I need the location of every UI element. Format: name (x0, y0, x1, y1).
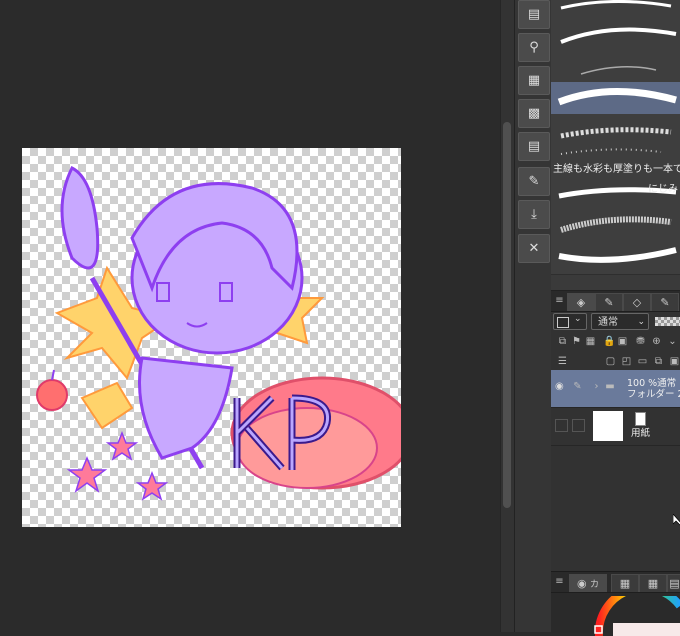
layer-folder-mode: 100 %通常 (627, 378, 677, 389)
paper-thumbnail (593, 411, 623, 441)
menu-icon[interactable]: ≡ (554, 295, 565, 306)
color-wheel-panel: ≡ ◉ カ ▦ ▦ ▤ (551, 571, 680, 636)
layer-panel: ≡ ◈ ✎ ◇ ✎ ⌄ 通常 ⌄ ⧉ ⚑ ▦ 🔒 ▣ ⛃ ⊕ ⌄ ☰ ▢ ◰ ▭… (551, 290, 680, 571)
layer-row-folder[interactable]: ◉ ✎ › ▬ 100 %通常 フォルダー 2 (551, 370, 680, 408)
new-vector-layer-icon[interactable]: ◰ (621, 356, 632, 367)
brush-item[interactable]: 主線も水彩も厚塗りも一本で (551, 146, 680, 179)
lock-alpha-icon[interactable]: ▣ (617, 336, 628, 347)
folder-icon: ▬ (605, 381, 615, 392)
pen-icon[interactable]: ✎ (572, 381, 583, 392)
brush-description: 主線も水彩も厚塗りも一本で (553, 164, 680, 175)
brush-item-selected[interactable] (551, 82, 680, 115)
brush-item[interactable] (551, 242, 680, 275)
tab-navigator[interactable]: ◇ (623, 293, 651, 311)
document-canvas[interactable] (22, 148, 401, 527)
scrollbar-thumb[interactable] (503, 122, 511, 508)
expand-chevron-icon[interactable]: › (591, 381, 602, 392)
tab-label: カ (590, 580, 600, 590)
mask-icon[interactable]: ⛃ (635, 336, 646, 347)
mouse-cursor-icon (673, 514, 680, 526)
layer-paper-name: 用紙 (631, 428, 651, 439)
tab-layers[interactable]: ◈ (567, 293, 595, 311)
new-raster-layer-icon[interactable]: ▢ (605, 356, 616, 367)
sketch-artwork (36, 165, 401, 501)
opacity-strip[interactable] (655, 317, 680, 326)
tab-tool-property[interactable]: ✎ (595, 293, 623, 311)
tab-color-set[interactable]: ▦ (611, 574, 639, 592)
draft-icon[interactable]: ▦ (585, 336, 596, 347)
lock-icon[interactable]: 🔒 (603, 336, 615, 347)
blend-mode-value: 通常 (598, 317, 618, 328)
blend-mode-select[interactable]: 通常 ⌄ (591, 313, 649, 330)
brush-item[interactable] (551, 210, 680, 243)
color-panel-tabbar: ≡ ◉ カ ▦ ▦ ▤ (551, 572, 680, 593)
color-wheel[interactable] (591, 596, 680, 636)
brush-item[interactable] (551, 0, 680, 19)
sub-tool-icon-column: ▤ ⚲ ▦ ▩ ▤ ✎ ⤓ ✕ (514, 0, 552, 632)
brush-item[interactable] (551, 50, 680, 83)
tone-icon[interactable]: ▩ (518, 99, 550, 128)
color-wheel-icon: ◉ (576, 577, 587, 590)
chevron-down-icon: ⌄ (637, 317, 645, 327)
brush-list-panel: 主線も水彩も厚塗りも一本で にじみ (551, 0, 680, 290)
edit-icon[interactable]: ✎ (518, 167, 550, 196)
figure-icon[interactable]: ⚲ (518, 33, 550, 62)
layer-folder-name: フォルダー 2 (627, 389, 680, 400)
effect-icon[interactable]: ⊕ (651, 336, 662, 347)
chevron-down-icon: ⌄ (574, 314, 582, 324)
visibility-box[interactable] (555, 419, 568, 432)
clip-icon[interactable]: ⧉ (557, 336, 568, 347)
layer-options-row: ⧉ ⚑ ▦ 🔒 ▣ ⛃ ⊕ ⌄ (551, 333, 680, 353)
ref-layer-icon[interactable]: ⚑ (571, 336, 582, 347)
delete-icon[interactable]: ✕ (518, 234, 550, 263)
tab-sub-view[interactable]: ✎ (651, 293, 679, 311)
material-folder-icon[interactable]: ▤ (518, 132, 550, 161)
brush-item[interactable] (551, 18, 680, 51)
brush-item[interactable] (551, 114, 680, 147)
delete-layer-icon[interactable]: ▣ (669, 356, 680, 367)
paper-icon (635, 412, 646, 426)
tab-color-wheel[interactable]: ◉ カ (569, 574, 607, 592)
edit-box[interactable] (572, 419, 585, 432)
menu-icon[interactable]: ≡ (554, 576, 565, 587)
tab-intermediate-color[interactable]: ▦ (639, 574, 667, 592)
tab-more[interactable]: ▤ (667, 574, 680, 592)
pattern-icon[interactable]: ▦ (518, 66, 550, 95)
download-icon[interactable]: ⤓ (518, 200, 550, 229)
new-folder-icon[interactable]: ▭ (637, 356, 648, 367)
brush-name: にじみ (648, 184, 678, 195)
eye-icon[interactable]: ◉ (555, 381, 567, 393)
folder-icon[interactable]: ▤ (518, 0, 550, 29)
brush-item[interactable]: にじみ (551, 178, 680, 211)
layer-row-paper[interactable]: 用紙 (551, 408, 680, 446)
layer-list-icon[interactable]: ☰ (557, 356, 568, 367)
layer-color-dropdown[interactable]: ⌄ (553, 313, 587, 330)
layer-panel-tabbar: ≡ ◈ ✎ ◇ ✎ (551, 291, 680, 312)
duplicate-icon[interactable]: ⧉ (653, 356, 664, 367)
chevron-down-icon[interactable]: ⌄ (667, 336, 678, 347)
